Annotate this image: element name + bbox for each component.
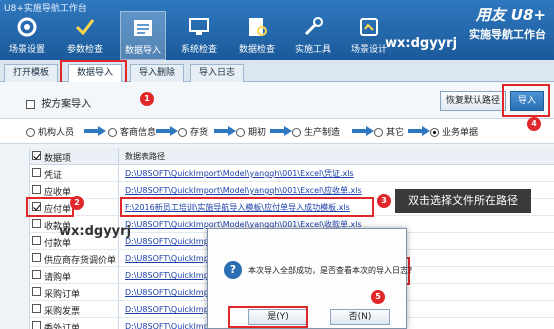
- row-checkbox[interactable]: [32, 185, 41, 195]
- tools-icon: [304, 17, 323, 36]
- radio-other[interactable]: [374, 128, 383, 137]
- row-path-link[interactable]: D:\U8SOFT\QuickImport\Model\yangqh\001\E…: [125, 185, 362, 196]
- flow-arrow-icon: [84, 126, 106, 136]
- restore-default-path-button[interactable]: 恢复默认路径: [440, 91, 506, 111]
- radio-org[interactable]: [26, 128, 35, 137]
- radio-opening[interactable]: [236, 128, 245, 137]
- data-check-icon: [249, 18, 267, 36]
- annotation-box-row: [26, 197, 74, 217]
- options-row: 按方案导入 恢复默认路径 导入: [0, 82, 554, 118]
- row-item-name: 供应商存货调价单: [44, 256, 117, 266]
- by-plan-label: 按方案导入: [41, 99, 92, 110]
- parameter-check-icon: [75, 19, 95, 36]
- flow-step-business-docs[interactable]: 业务单据: [430, 125, 478, 138]
- annotation-number: 5: [371, 290, 385, 304]
- row-checkbox[interactable]: [32, 321, 41, 329]
- process-flow: 机构人员 客商信息 存货 期初 生产制造 其它 业务单据: [0, 118, 554, 144]
- flow-arrow-icon: [214, 126, 236, 136]
- ribbon-parameter-check[interactable]: 参数检查: [62, 11, 108, 60]
- no-button[interactable]: 否(N): [330, 309, 390, 325]
- tab-open-template[interactable]: 打开模板: [4, 64, 59, 82]
- row-path-link[interactable]: D:\U8SOFT\QuickImport\Model\yangqh\001\E…: [125, 168, 354, 179]
- by-plan-checkbox[interactable]: 按方案导入: [26, 95, 91, 110]
- row-checkbox[interactable]: [32, 219, 41, 229]
- tab-import-delete[interactable]: 导入删除: [130, 64, 185, 82]
- annotation-number: 4: [527, 117, 541, 131]
- flow-arrow-icon: [156, 126, 178, 136]
- row-checkbox[interactable]: [32, 270, 41, 280]
- flow-step-org[interactable]: 机构人员: [26, 125, 74, 138]
- flow-step-inventory[interactable]: 存货: [178, 125, 208, 138]
- watermark: wx:dgyyrj: [385, 36, 458, 51]
- table-row[interactable]: 凭证 D:\U8SOFT\QuickImport\Model\yangqh\001…: [30, 165, 554, 182]
- annotation-number: 3: [377, 194, 391, 208]
- row-item-name: 请购单: [44, 273, 72, 283]
- system-check-icon: [189, 18, 209, 35]
- row-checkbox[interactable]: [32, 236, 41, 246]
- header-item: 数据项: [44, 154, 72, 164]
- row-item-name: 凭证: [44, 171, 63, 181]
- ribbon-scene-settings[interactable]: 场景设置: [4, 11, 50, 60]
- flow-arrow-icon: [270, 126, 292, 136]
- brand-logo: 用友 U8+ 实施导航工作台: [469, 6, 546, 41]
- header-path: 数据表路径: [125, 152, 165, 161]
- by-plan-check[interactable]: [26, 99, 35, 109]
- ribbon-data-import[interactable]: 数据导入: [120, 11, 166, 60]
- flow-arrow-icon: [408, 126, 430, 136]
- annotation-box-path: [120, 197, 374, 217]
- flow-step-customer[interactable]: 客商信息: [108, 125, 156, 138]
- question-icon: ?: [224, 261, 242, 279]
- dialog-message: 本次导入全部成功，是否查看本次的导入日志?: [248, 266, 413, 275]
- annotation-number: 1: [140, 92, 154, 106]
- row-checkbox[interactable]: [32, 304, 41, 314]
- select-all-checkbox[interactable]: [32, 151, 41, 161]
- tab-import-log[interactable]: 导入日志: [190, 64, 245, 82]
- radio-manufacturing[interactable]: [292, 128, 301, 137]
- row-item-name: 采购发票: [44, 307, 81, 317]
- flow-step-opening[interactable]: 期初: [236, 125, 266, 138]
- flow-arrow-icon: [352, 126, 374, 136]
- flow-step-manufacturing[interactable]: 生产制造: [292, 125, 340, 138]
- row-checkbox[interactable]: [32, 168, 41, 178]
- row-checkbox[interactable]: [32, 253, 41, 263]
- annotation-number: 2: [70, 196, 84, 210]
- table-header: 数据项 数据表路径: [30, 148, 554, 165]
- radio-business-docs[interactable]: [430, 128, 439, 137]
- row-item-name: 采购订单: [44, 290, 81, 300]
- radio-inventory[interactable]: [178, 128, 187, 137]
- flow-step-other[interactable]: 其它: [374, 125, 404, 138]
- callout-note: 双击选择文件所在路径: [395, 189, 531, 213]
- ribbon-system-check[interactable]: 系统检查: [176, 11, 222, 60]
- ribbon-data-check[interactable]: 数据检查: [234, 11, 280, 60]
- row-item-name: 委外订单: [44, 324, 81, 329]
- scene-design-icon: [360, 18, 378, 36]
- ribbon-tools[interactable]: 实施工具: [290, 11, 336, 60]
- radio-customer[interactable]: [108, 128, 117, 137]
- annotation-box-import: [502, 84, 550, 117]
- ribbon-bar: U8+实施导航工作台 场景设置 参数检查 数据导入 系统检查 数据检查 实施工具…: [0, 0, 554, 60]
- scene-settings-icon: [17, 17, 37, 37]
- annotation-box-yes: [228, 306, 308, 328]
- watermark-mid: wx:dgyyrj: [59, 224, 132, 239]
- data-import-icon: [134, 20, 152, 36]
- row-checkbox[interactable]: [32, 287, 41, 297]
